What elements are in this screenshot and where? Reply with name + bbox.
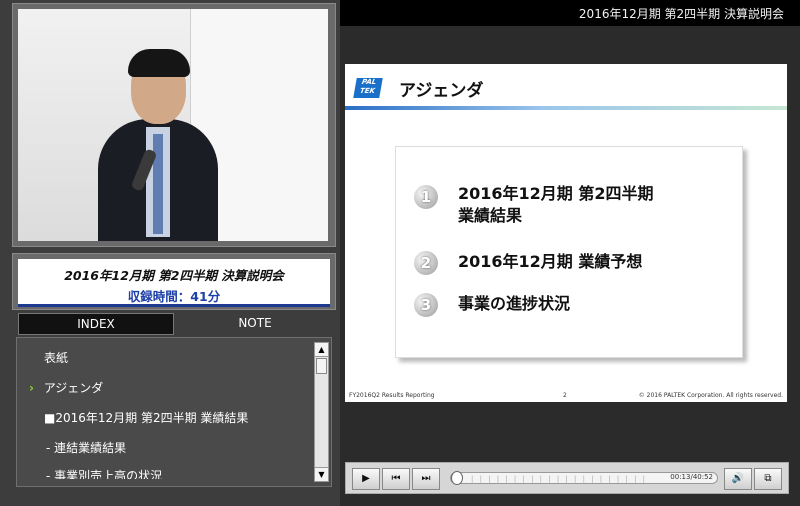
session-info-box: 2016年12月期 第2四半期 決算説明会 収録時間：41分 — [18, 259, 330, 307]
agenda-number-icon: 2 — [414, 251, 438, 275]
slide-heading-rule — [345, 106, 787, 110]
footer-copyright: © 2016 PALTEK Corporation. All rights re… — [638, 392, 783, 399]
index-item-active[interactable]: › アジェンダ — [29, 379, 323, 396]
scroll-thumb[interactable] — [316, 358, 327, 374]
scroll-up-icon[interactable]: ▲ — [315, 343, 328, 357]
slide-view: PAL TEK アジェンダ 1 2016年12月期 第2四半期 業績結果 2 2… — [345, 64, 787, 402]
index-list: 表紙 › アジェンダ ■2016年12月期 第2四半期 業績結果 - 連結業績結… — [16, 337, 332, 487]
left-panel: 2016年12月期 第2四半期 決算説明会 収録時間：41分 INDEX NOT… — [0, 0, 340, 506]
right-panel: PAL TEK アジェンダ 1 2016年12月期 第2四半期 業績結果 2 2… — [340, 26, 800, 506]
slide-heading: アジェンダ — [399, 81, 484, 101]
window-title: 2016年12月期 第2四半期 決算説明会 — [578, 7, 784, 21]
index-item[interactable]: ■2016年12月期 第2四半期 業績結果 — [44, 409, 338, 426]
slide-footer: FY2016Q2 Results Reporting 2 © 2016 PALT… — [345, 392, 787, 402]
index-item-label: アジェンダ — [43, 381, 104, 395]
agenda-card: 1 2016年12月期 第2四半期 業績結果 2 2016年12月期 業績予想 … — [395, 146, 743, 358]
scroll-down-icon[interactable]: ▼ — [315, 467, 328, 481]
index-item[interactable]: 表紙 — [44, 349, 338, 366]
speaker-video[interactable] — [18, 9, 328, 241]
footer-left: FY2016Q2 Results Reporting — [349, 392, 435, 399]
next-icon[interactable]: ⏭ — [412, 468, 440, 490]
chapter-markers: | | | | | | | | | | | | | | | | | | | | … — [471, 475, 648, 483]
index-item-label: - 連結業績結果 — [46, 441, 127, 455]
session-duration: 収録時間：41分 — [127, 289, 221, 304]
window-toggle-icon[interactable]: ⧉ — [754, 468, 782, 490]
session-info: 2016年12月期 第2四半期 決算説明会 収録時間：41分 — [12, 253, 336, 310]
seek-bar[interactable]: | | | | | | | | | | | | | | | | | | | | … — [450, 471, 718, 485]
tab-bar: INDEX NOTE — [16, 313, 332, 335]
player-window: 2016年12月期 第2四半期 決算説明会 2016年12月期 第2四半期 決算… — [0, 0, 800, 506]
slide-page-number: 2 — [563, 392, 567, 399]
speaker-tie — [153, 134, 163, 234]
title-bar: 2016年12月期 第2四半期 決算説明会 — [340, 0, 800, 26]
previous-icon[interactable]: ⏮ — [382, 468, 410, 490]
agenda-number-icon: 3 — [414, 293, 438, 317]
video-frame — [12, 3, 336, 247]
volume-icon[interactable]: 🔊 — [724, 468, 752, 490]
seek-knob[interactable] — [451, 471, 463, 485]
tab-note[interactable]: NOTE — [178, 313, 332, 333]
time-display: 00:13/40:52 — [670, 473, 713, 481]
index-item[interactable]: - 事業別売上高の状況 — [46, 467, 340, 479]
play-icon[interactable]: ▶ — [352, 468, 380, 490]
player-controls: ▶ ⏮ ⏭ | | | | | | | | | | | | | | | | | … — [345, 462, 789, 494]
agenda-item: 2016年12月期 業績予想 — [458, 252, 643, 271]
agenda-item: 事業の進捗状況 — [458, 294, 571, 313]
tab-index[interactable]: INDEX — [18, 313, 174, 335]
index-scrollbar[interactable]: ▲ ▼ — [314, 342, 329, 482]
session-title: 2016年12月期 第2四半期 決算説明会 — [64, 268, 284, 283]
speaker-hair — [128, 49, 190, 77]
index-item-label: 表紙 — [44, 351, 69, 365]
paltek-logo: PAL TEK — [353, 78, 383, 98]
agenda-number-icon: 1 — [414, 185, 438, 209]
active-marker-icon: › — [29, 381, 34, 395]
agenda-item: 2016年12月期 第2四半期 業績結果 — [458, 184, 654, 225]
index-item-label: ■2016年12月期 第2四半期 業績結果 — [44, 411, 249, 425]
index-item[interactable]: - 連結業績結果 — [46, 439, 340, 456]
index-item-label: - 事業別売上高の状況 — [46, 469, 163, 479]
